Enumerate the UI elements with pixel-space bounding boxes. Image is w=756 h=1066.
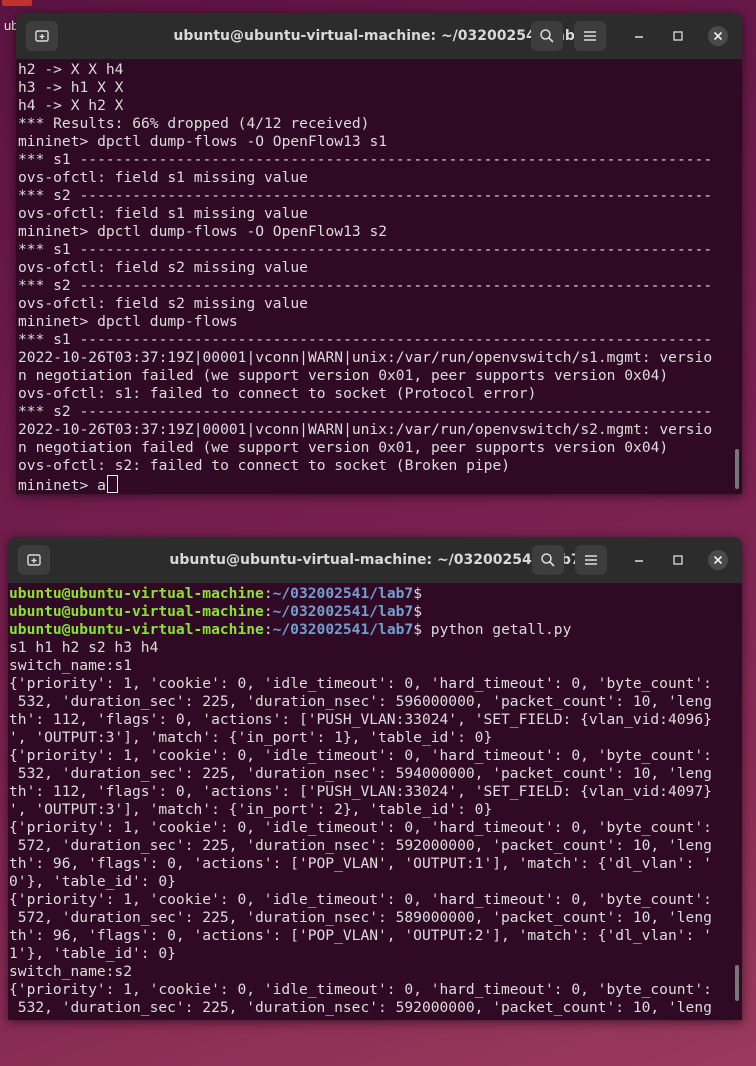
terminal-line: ', 'OUTPUT:3'], 'match': {'in_port': 2},… xyxy=(9,801,493,818)
prompt-user: ubuntu@ubuntu-virtual-machine xyxy=(9,603,264,620)
terminal-window-1[interactable]: ubuntu@ubuntu-virtual-machine: ~/0320025… xyxy=(16,13,742,494)
prompt-dollar: $ xyxy=(413,621,422,638)
scrollbar[interactable] xyxy=(735,449,739,489)
menu-button[interactable] xyxy=(575,545,607,575)
terminal-line: ovs-ofctl: field s1 missing value xyxy=(18,205,308,222)
maximize-icon xyxy=(673,31,683,41)
terminal-line: 572, 'duration_sec': 225, 'duration_nsec… xyxy=(9,909,712,926)
terminal-output[interactable]: ubuntu@ubuntu-virtual-machine:~/03200254… xyxy=(8,585,742,1020)
close-button[interactable] xyxy=(708,550,728,570)
terminal-line: switch_name:s2 xyxy=(9,963,133,980)
terminal-line: th': 96, 'flags': 0, 'actions': ['POP_VL… xyxy=(9,855,712,872)
hamburger-menu-icon xyxy=(584,31,596,41)
terminal-line: 532, 'duration_sec': 225, 'duration_nsec… xyxy=(9,693,712,710)
search-button[interactable] xyxy=(532,545,564,575)
text-cursor xyxy=(106,475,118,493)
prompt-separator: : xyxy=(263,603,273,620)
terminal-line: ubuntu@ubuntu-virtual-machine:~/03200254… xyxy=(9,621,742,639)
prompt-user: ubuntu@ubuntu-virtual-machine xyxy=(9,621,264,638)
terminal-line: ovs-ofctl: field s1 missing value xyxy=(18,169,308,186)
command-text: python getall.py xyxy=(422,621,572,638)
terminal-line: mininet> dpctl dump-flows -O OpenFlow13 … xyxy=(18,223,388,240)
terminal-line: ovs-ofctl: s1: failed to connect to sock… xyxy=(18,385,537,402)
terminal-line: {'priority': 1, 'cookie': 0, 'idle_timeo… xyxy=(9,891,712,908)
terminal-line: *** s1 ---------------------------------… xyxy=(18,331,713,348)
prompt-path: ~/032002541/lab7 xyxy=(272,603,414,620)
terminal-output[interactable]: h2 -> X X h4 h3 -> h1 X Xh4 -> X h2 X *** … xyxy=(16,61,742,494)
terminal-line: *** s2 ---------------------------------… xyxy=(18,403,713,420)
terminal-line: h3 -> h1 X X xyxy=(18,79,124,96)
terminal-line: {'priority': 1, 'cookie': 0, 'idle_timeo… xyxy=(9,981,712,998)
terminal-line: 532, 'duration_sec': 225, 'duration_nsec… xyxy=(9,765,712,782)
search-icon xyxy=(540,29,554,43)
minimize-icon xyxy=(635,36,643,38)
terminal-line: *** s1 ---------------------------------… xyxy=(18,241,713,258)
terminal-line: n negotiation failed (we support version… xyxy=(18,439,669,456)
terminal-line: ubuntu@ubuntu-virtual-machine:~/03200254… xyxy=(9,603,742,621)
prompt-path: ~/032002541/lab7 xyxy=(272,621,414,638)
terminal-line: ', 'OUTPUT:3'], 'match': {'in_port': 1},… xyxy=(9,729,493,746)
terminal-line: 2022-10-26T03:37:19Z|00001|vconn|WARN|un… xyxy=(18,421,713,438)
terminal-line: ovs-ofctl: s2: failed to connect to sock… xyxy=(18,457,511,474)
terminal-line: th': 112, 'flags': 0, 'actions': ['PUSH_… xyxy=(9,711,712,728)
maximize-button[interactable] xyxy=(668,550,688,570)
terminal-line: s1 h1 h2 s2 h3 h4 xyxy=(9,639,159,656)
terminal-window-2[interactable]: ubuntu@ubuntu-virtual-machine: ~/0320025… xyxy=(8,537,742,1020)
terminal-line: 0'}, 'table_id': 0} xyxy=(9,873,176,890)
terminal-line: th': 96, 'flags': 0, 'actions': ['POP_VL… xyxy=(9,927,712,944)
terminal-line: *** s2 ---------------------------------… xyxy=(18,277,713,294)
minimize-button[interactable] xyxy=(629,26,649,46)
terminal-line: {'priority': 1, 'cookie': 0, 'idle_timeo… xyxy=(9,747,712,764)
terminal-line: n negotiation failed (we support version… xyxy=(18,367,669,384)
terminal-line: mininet> dpctl dump-flows xyxy=(18,313,238,330)
maximize-icon xyxy=(673,555,683,565)
titlebar[interactable]: ubuntu@ubuntu-virtual-machine: ~/0320025… xyxy=(8,537,742,584)
terminal-line: th': 112, 'flags': 0, 'actions': ['PUSH_… xyxy=(9,783,712,800)
prompt-dollar: $ xyxy=(413,603,422,620)
maximize-button[interactable] xyxy=(668,26,688,46)
search-icon xyxy=(541,553,555,567)
prompt-path: ~/032002541/lab7 xyxy=(272,585,414,602)
prompt-separator: : xyxy=(263,621,273,638)
terminal-line: 572, 'duration_sec': 225, 'duration_nsec… xyxy=(9,837,712,854)
prompt-dollar: $ xyxy=(413,585,422,602)
terminal-line: ubuntu@ubuntu-virtual-machine:~/03200254… xyxy=(9,585,742,603)
terminal-line: switch_name:s1 xyxy=(9,657,133,674)
menu-button[interactable] xyxy=(574,21,606,51)
prompt-user: ubuntu@ubuntu-virtual-machine xyxy=(9,585,264,602)
prompt-input: mininet> a xyxy=(18,477,106,494)
terminal-line: ovs-ofctl: field s2 missing value xyxy=(18,295,308,312)
terminal-line: h2 -> X X h4 xyxy=(18,61,124,78)
terminal-line: h4 -> X h2 X xyxy=(18,97,124,114)
terminal-line: *** Results: 66% dropped (4/12 received) xyxy=(18,115,370,132)
scrollbar[interactable] xyxy=(735,965,739,1001)
close-icon xyxy=(713,555,723,565)
terminal-line: {'priority': 1, 'cookie': 0, 'idle_timeo… xyxy=(9,675,712,692)
prompt-separator: : xyxy=(263,585,273,602)
minimize-button[interactable] xyxy=(629,550,649,570)
desktop-icon-top[interactable] xyxy=(2,0,32,6)
search-button[interactable] xyxy=(531,21,563,51)
terminal-line: {'priority': 1, 'cookie': 0, 'idle_timeo… xyxy=(9,819,712,836)
titlebar[interactable]: ubuntu@ubuntu-virtual-machine: ~/0320025… xyxy=(16,13,742,60)
close-button[interactable] xyxy=(708,26,728,46)
terminal-line: mininet> dpctl dump-flows -O OpenFlow13 … xyxy=(18,133,388,150)
terminal-line: ovs-ofctl: field s2 missing value xyxy=(18,259,308,276)
terminal-line: mininet> a xyxy=(18,475,742,494)
close-icon xyxy=(713,31,723,41)
terminal-line: 2022-10-26T03:37:19Z|00001|vconn|WARN|un… xyxy=(18,349,713,366)
terminal-line: *** s2 ---------------------------------… xyxy=(18,187,713,204)
terminal-line: 532, 'duration_sec': 225, 'duration_nsec… xyxy=(9,999,712,1016)
terminal-line: *** s1 ---------------------------------… xyxy=(18,151,713,168)
terminal-line: 1'}, 'table_id': 0} xyxy=(9,945,176,962)
minimize-icon xyxy=(635,560,643,562)
hamburger-menu-icon xyxy=(585,555,597,565)
